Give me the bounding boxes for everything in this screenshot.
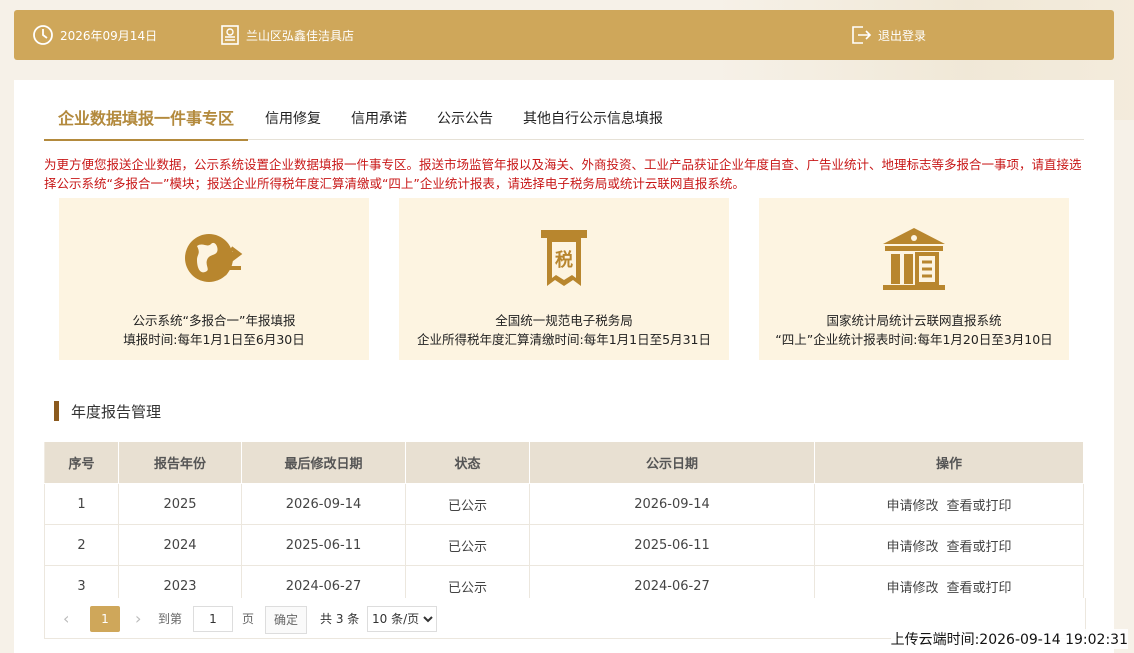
cell-modified: 2025-06-11 [241,524,406,566]
view-print-link[interactable]: 查看或打印 [947,499,1012,514]
table-row: 2 2024 2025-06-11 已公示 2025-06-11 申请修改 查看或… [44,524,1084,566]
col-published: 公示日期 [529,441,815,484]
page-unit-label: 页 [242,612,255,626]
goto-label: 到第 [158,612,183,626]
cell-year: 2024 [118,524,242,566]
col-status: 状态 [405,441,530,484]
goto-confirm-button[interactable]: 确定 [265,606,308,634]
card-title: 国家统计局统计云联网直报系统 [826,313,1002,328]
card-subtitle: 企业所得税年度汇算清缴时间:每年1月1日至5月31日 [417,332,711,347]
cell-status: 已公示 [405,524,530,566]
cell-no: 1 [44,483,119,525]
section-bar [54,401,59,421]
card-subtitle: 填报时间:每年1月1日至6月30日 [123,332,305,347]
store-info: 兰山区弘鑫佳洁具店 [220,10,354,60]
cell-status: 已公示 [405,483,530,525]
cell-no: 2 [44,524,119,566]
card-e-tax[interactable]: 税 全国统一规范电子税务局 企业所得税年度汇算清缴时间:每年1月1日至5月31日 [399,198,729,360]
page-size-select[interactable]: 10 条/页 [367,606,437,632]
annual-report-table: 序号 报告年份 最后修改日期 状态 公示日期 操作 1 2025 2026-09… [44,441,1084,607]
total-count: 共 3 条 [320,612,360,626]
col-modified: 最后修改日期 [241,441,406,484]
tab-public-notice[interactable]: 公示公告 [437,103,493,139]
upload-timestamp: 上传云端时间:2026-09-14 19:02:31 [890,629,1128,649]
col-actions: 操作 [814,441,1084,484]
section-title: 年度报告管理 [71,402,162,421]
cell-actions: 申请修改 查看或打印 [814,483,1084,525]
store-icon [220,24,240,46]
tab-credit-commitment[interactable]: 信用承诺 [351,103,407,139]
table-row: 1 2025 2026-09-14 已公示 2026-09-14 申请修改 查看或… [44,483,1084,525]
tax-receipt-icon: 税 [399,224,729,294]
cell-published: 2025-06-11 [529,524,815,566]
card-subtitle: “四上”企业统计报表时间:每年1月20日至3月10日 [775,332,1053,347]
top-bar: 2026年09月14日 兰山区弘鑫佳洁具店 退出登录 [14,10,1114,60]
cell-published: 2026-09-14 [529,483,815,525]
card-multi-report[interactable]: 公示系统“多报合一”年报填报 填报时间:每年1月1日至6月30日 [59,198,369,360]
cell-year: 2025 [118,483,242,525]
tab-other-disclosure[interactable]: 其他自行公示信息填报 [523,103,663,139]
tab-bar: 企业数据填报一件事专区 信用修复 信用承诺 公示公告 其他自行公示信息填报 [44,103,1084,141]
current-date: 2026年09月14日 [32,10,157,60]
section-header: 年度报告管理 [54,401,161,421]
prev-page-icon[interactable]: ‹ [63,606,69,632]
card-title: 全国统一规范电子税务局 [495,313,633,328]
government-building-icon [759,224,1069,294]
clock-icon [32,24,54,46]
view-print-link[interactable]: 查看或打印 [947,540,1012,555]
tab-data-filing[interactable]: 企业数据填报一件事专区 [44,103,249,141]
request-modify-link[interactable]: 申请修改 [886,499,938,514]
logout-label: 退出登录 [878,28,927,43]
logout-button[interactable]: 退出登录 [850,10,926,60]
card-title: 公示系统“多报合一”年报填报 [132,313,296,328]
view-print-link[interactable]: 查看或打印 [947,581,1012,596]
request-modify-link[interactable]: 申请修改 [886,581,938,596]
svg-text:税: 税 [555,249,573,271]
col-year: 报告年份 [118,441,242,484]
store-name: 兰山区弘鑫佳洁具店 [246,28,355,43]
goto-page-input[interactable]: 1 [193,606,233,632]
next-page-icon[interactable]: › [135,606,141,632]
col-no: 序号 [44,441,119,484]
tab-credit-repair[interactable]: 信用修复 [265,103,321,139]
cell-modified: 2026-09-14 [241,483,406,525]
table-header-row: 序号 报告年份 最后修改日期 状态 公示日期 操作 [44,441,1084,484]
request-modify-link[interactable]: 申请修改 [886,540,938,555]
main-panel: 企业数据填报一件事专区 信用修复 信用承诺 公示公告 其他自行公示信息填报 为更… [14,80,1114,653]
date-text: 2026年09月14日 [60,28,158,43]
cell-actions: 申请修改 查看或打印 [814,524,1084,566]
globe-arrows-icon [59,224,369,294]
logout-icon [850,24,872,46]
service-cards: 公示系统“多报合一”年报填报 填报时间:每年1月1日至6月30日 税 全国统一规… [59,198,1069,360]
notice-text: 为更方便您报送企业数据，公示系统设置企业数据填报一件事专区。报送市场监管年报以及… [44,157,1082,191]
card-statistics[interactable]: 国家统计局统计云联网直报系统 “四上”企业统计报表时间:每年1月20日至3月10… [759,198,1069,360]
page-current[interactable]: 1 [90,606,120,632]
